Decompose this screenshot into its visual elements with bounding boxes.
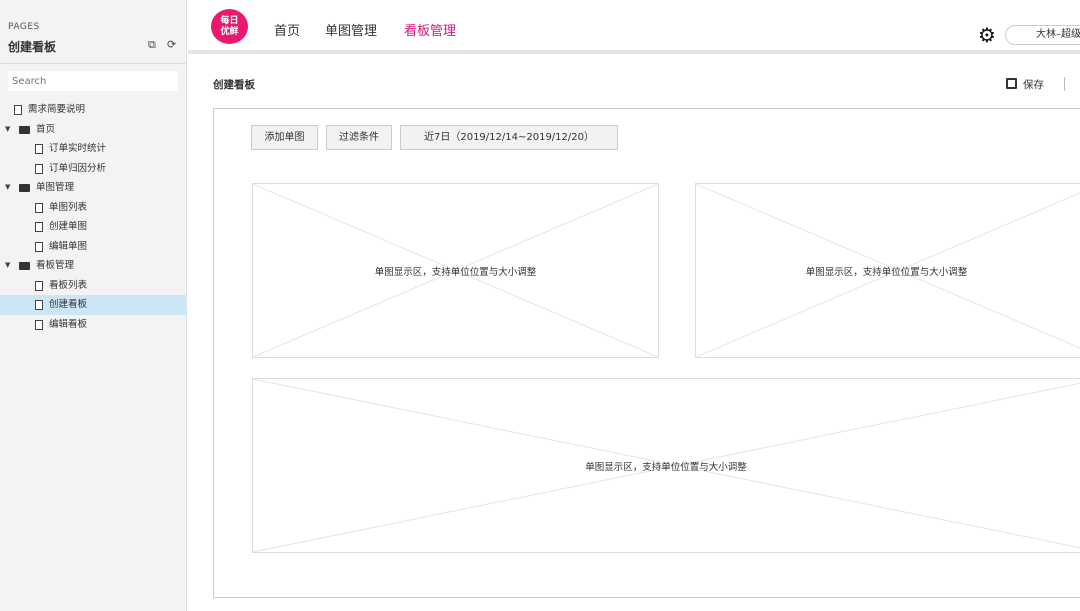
tree-item[interactable]: ▼ 首页	[0, 120, 187, 140]
pages-label: PAGES	[8, 22, 40, 32]
tree-item[interactable]: 创建看板	[0, 295, 187, 315]
add-page-icon[interactable]: ⟳	[167, 38, 176, 51]
add-chart-button[interactable]: 添加单图	[251, 125, 318, 150]
page-title: 创建看板	[213, 79, 255, 91]
tree-item[interactable]: 编辑看板	[0, 315, 187, 335]
page-icon	[14, 105, 22, 115]
filter-button[interactable]: 过滤条件	[326, 125, 392, 150]
tree-item-label: 看板列表	[49, 279, 88, 291]
chart-placeholder[interactable]: 单图显示区，支持单位位置与大小调整	[252, 378, 1080, 553]
caret-down-icon[interactable]: ▼	[5, 256, 10, 276]
page-icon	[35, 144, 43, 154]
placeholder-label: 单图显示区，支持单位位置与大小调整	[805, 266, 968, 278]
nav-chart-management[interactable]: 单图管理	[325, 20, 377, 39]
save-label: 保存	[1023, 79, 1044, 91]
tree-item[interactable]: 创建单图	[0, 217, 187, 237]
tree-item-label: 首页	[36, 123, 56, 135]
tree-item-label: 订单归因分析	[49, 162, 107, 174]
tree-item-label: 编辑看板	[49, 318, 88, 330]
caret-down-icon[interactable]: ▼	[5, 120, 10, 140]
tree-item[interactable]: 订单归因分析	[0, 159, 187, 179]
date-range-button[interactable]: 近7日（2019/12/14~2019/12/20）	[400, 125, 618, 150]
tree-item[interactable]: 单图列表	[0, 198, 187, 218]
divider	[1064, 77, 1065, 91]
save-button[interactable]: 保存	[1006, 77, 1044, 92]
page-icon	[35, 222, 43, 232]
tree-item-label: 单图列表	[49, 201, 88, 213]
tree-item[interactable]: ▼ 看板管理	[0, 256, 187, 276]
export-icon[interactable]: ⧉	[148, 38, 156, 52]
chart-placeholder[interactable]: 单图显示区，支持单位位置与大小调整	[695, 183, 1080, 358]
sidebar: PAGES 创建看板 ⧉ ⟳ 需求简要说明 ▼ 首页订单实时统计订单归因分析 ▼ 单图管…	[0, 0, 187, 611]
tree-item[interactable]: 需求简要说明	[0, 100, 187, 120]
folder-icon	[19, 125, 30, 134]
folder-icon	[19, 184, 30, 192]
tree-item-label: 创建看板	[49, 299, 88, 310]
page-icon	[35, 280, 43, 291]
save-icon	[1006, 78, 1017, 89]
gear-icon[interactable]: ⚙	[978, 23, 996, 47]
tree-item[interactable]: 看板列表	[0, 276, 187, 296]
page-icon	[35, 163, 43, 174]
brand-logo[interactable]: 每日 优鲜	[211, 9, 248, 44]
page-icon	[35, 202, 43, 213]
current-page-title: 创建看板	[8, 40, 57, 54]
tree-item-label: 订单实时统计	[49, 143, 107, 154]
divider	[0, 63, 187, 64]
tree-item-label: 编辑单图	[49, 240, 88, 252]
nav-dashboard-management[interactable]: 看板管理	[404, 20, 456, 39]
top-nav: 每日优鲜 首页 单图管理 看板管理 ⚙ 大林–超级管理员	[188, 0, 1080, 54]
user-menu[interactable]: 大林–超级管理员	[1005, 25, 1080, 45]
caret-down-icon[interactable]: ▼	[5, 178, 10, 198]
tree-item[interactable]: 订单实时统计	[0, 139, 187, 159]
chart-placeholder[interactable]: 单图显示区，支持单位位置与大小调整	[252, 183, 659, 358]
tree-item-label: 创建单图	[49, 221, 88, 232]
page-icon	[35, 241, 43, 252]
page-icon	[35, 319, 43, 330]
nav-home[interactable]: 首页	[274, 20, 300, 39]
tree-item-label: 看板管理	[36, 260, 75, 271]
tree-item[interactable]: ▼ 单图管理	[0, 178, 187, 198]
tree-item-label: 需求简要说明	[28, 104, 86, 115]
placeholder-label: 单图显示区，支持单位位置与大小调整	[585, 461, 747, 473]
page-icon	[35, 300, 43, 310]
search-input[interactable]	[8, 71, 178, 91]
tree-item[interactable]: 编辑单图	[0, 237, 187, 257]
folder-icon	[19, 262, 30, 270]
placeholder-label: 单图显示区，支持单位位置与大小调整	[374, 266, 537, 278]
page-tree: 需求简要说明 ▼ 首页订单实时统计 订单归因分析 ▼ 单图管理单图列表创建单图编辑单图 ▼ 看…	[0, 100, 187, 334]
tree-item-label: 单图管理	[36, 182, 75, 193]
